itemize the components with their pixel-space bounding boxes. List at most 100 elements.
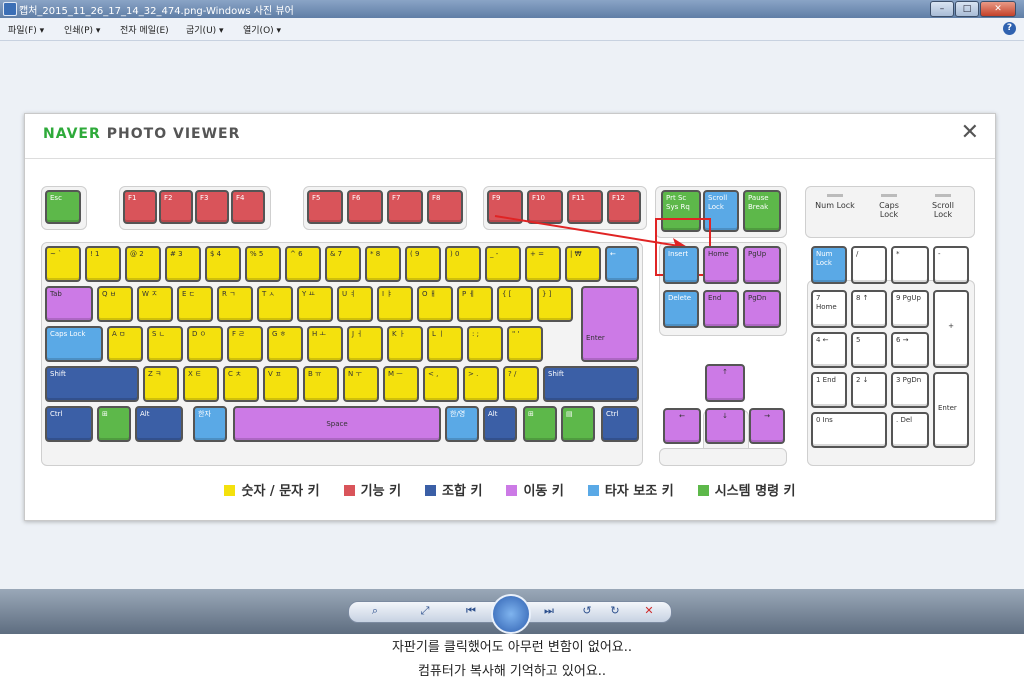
key-q-row-0: Q ㅂ [97, 286, 133, 322]
title-bar: 캡처_2015_11_26_17_14_32_474.png-Windows 사… [0, 0, 1024, 18]
menu-print[interactable]: 인쇄(P) ▾ [64, 23, 100, 36]
key-arrow-up: ↑ [705, 364, 745, 402]
numpad-enter: Enter [933, 372, 969, 448]
menu-open[interactable]: 열기(O) ▾ [243, 23, 281, 36]
window-controls: – □ ✕ [930, 1, 1016, 17]
naver-photo-viewer-image: NAVER PHOTO VIEWER ✕ Esc F1 F2 F3 F4 F5 [24, 113, 996, 521]
key-backspace: ← [605, 246, 639, 282]
key-number-row-2: @ 2 [125, 246, 161, 282]
key-z-row-0: Z ㅋ [143, 366, 179, 402]
key-left-alt: Alt [135, 406, 183, 442]
numpad-8: 8 ↑ [851, 290, 887, 328]
viewer-brand: NAVER PHOTO VIEWER [43, 126, 240, 142]
scroll-lock-indicator: Scroll Lock [923, 194, 963, 219]
key-a-row-5: H ㅗ [307, 326, 343, 362]
previous-icon[interactable]: ⏮ [462, 603, 480, 619]
num-lock-led [827, 194, 843, 197]
minimize-button[interactable]: – [930, 1, 954, 17]
slideshow-button[interactable] [491, 594, 531, 634]
brand-photo-viewer: PHOTO VIEWER [106, 126, 241, 142]
key-number-row-3: # 3 [165, 246, 201, 282]
key-number-row-13: | ₩ [565, 246, 601, 282]
key-a-row-7: K ㅏ [387, 326, 423, 362]
help-icon[interactable]: ? [1003, 22, 1016, 35]
key-enter: Enter [581, 286, 639, 362]
numpad-4: 4 ← [811, 332, 847, 368]
next-icon[interactable]: ⏭ [540, 603, 558, 619]
legend-item: 타자 보조 키 [587, 480, 674, 499]
menu-bar: 파일(F) ▾ 인쇄(P) ▾ 전자 메일(E) 굽기(U) ▾ 열기(O) ▾… [0, 18, 1024, 41]
key-right-windows: ⊞ [523, 406, 557, 442]
key-arrow-right: → [749, 408, 785, 444]
legend-swatch [506, 485, 518, 496]
key-han-yeong: 한/영 [445, 406, 479, 442]
key-left-ctrl: Ctrl [45, 406, 93, 442]
key-caps-lock: Caps Lock [45, 326, 103, 362]
key-z-row-8: > . [463, 366, 499, 402]
legend-item: 조합 키 [425, 480, 482, 499]
scroll-lock-led [935, 194, 951, 197]
numpad-9: 9 PgUp [891, 290, 929, 328]
key-menu: ▤ [561, 406, 595, 442]
key-q-row-1: W ㅈ [137, 286, 173, 322]
maximize-button[interactable]: □ [955, 1, 979, 17]
key-z-row-4: B ㅠ [303, 366, 339, 402]
key-q-row-3: R ㄱ [217, 286, 253, 322]
menu-email[interactable]: 전자 메일(E) [120, 23, 169, 36]
menu-burn[interactable]: 굽기(U) ▾ [186, 23, 224, 36]
photo-viewer-app-icon [3, 2, 17, 16]
rotate-left-icon[interactable]: ↺ [578, 603, 596, 619]
actual-size-icon[interactable]: ⤢ [416, 603, 434, 619]
legend-label: 숫자 / 문자 키 [241, 484, 320, 499]
key-z-row-1: X ㅌ [183, 366, 219, 402]
key-tab: Tab [45, 286, 93, 322]
key-number-row-9: ( 9 [405, 246, 441, 282]
key-a-row-6: J ㅓ [347, 326, 383, 362]
rotate-right-icon[interactable]: ↻ [606, 603, 624, 619]
key-right-ctrl: Ctrl [601, 406, 639, 442]
key-arrow-down: ↓ [705, 408, 745, 444]
key-f5: F5 [307, 190, 343, 224]
legend-label: 타자 보조 키 [604, 484, 674, 499]
legend-swatch [425, 485, 437, 496]
keyboard-diagram: Esc F1 F2 F3 F4 F5 F6 F7 F8 F9 F10 F11 F… [41, 178, 975, 466]
key-number-row-8: * 8 [365, 246, 401, 282]
menu-file[interactable]: 파일(F) ▾ [8, 23, 44, 36]
key-q-row-2: E ㄷ [177, 286, 213, 322]
legend-label: 조합 키 [442, 484, 483, 499]
enter-label: Enter [586, 334, 605, 342]
numpad-6: 6 → [891, 332, 929, 368]
delete-icon[interactable]: ✕ [640, 603, 658, 619]
key-esc: Esc [45, 190, 81, 224]
legend-swatch [343, 485, 355, 496]
key-delete: Delete [663, 290, 699, 328]
numpad-7: 7 Home [811, 290, 847, 328]
key-z-row-9: ? / [503, 366, 539, 402]
key-q-row-10: { [ [497, 286, 533, 322]
legend-swatch [697, 485, 709, 496]
key-f1: F1 [123, 190, 157, 224]
numpad-2: 2 ↓ [851, 372, 887, 408]
legend-label: 시스템 명령 키 [714, 484, 796, 499]
key-q-row-5: Y ㅛ [297, 286, 333, 322]
numpad-star: * [891, 246, 929, 284]
key-left-windows: ⊞ [97, 406, 131, 442]
windows-icon: ⊞ [528, 410, 534, 418]
legend-item: 기능 키 [343, 480, 401, 499]
numpad-0: 0 Ins [811, 412, 887, 448]
key-a-row-0: A ㅁ [107, 326, 143, 362]
caps-lock-indicator: Caps Lock [869, 194, 909, 219]
key-number-row-7: & 7 [325, 246, 361, 282]
menu-icon: ▤ [566, 410, 573, 418]
legend-swatch [587, 485, 599, 496]
legend-item: 숫자 / 문자 키 [224, 480, 320, 499]
close-window-button[interactable]: ✕ [980, 1, 1016, 17]
zoom-icon[interactable]: ⌕ [366, 603, 384, 619]
key-page-up: PgUp [743, 246, 781, 284]
key-q-row-7: I ㅑ [377, 286, 413, 322]
prtsc-label: Prt Sc [666, 194, 687, 202]
key-right-alt: Alt [483, 406, 517, 442]
legend-item: 이동 키 [506, 480, 564, 499]
key-a-row-3: F ㄹ [227, 326, 263, 362]
key-z-row-2: C ㅊ [223, 366, 259, 402]
